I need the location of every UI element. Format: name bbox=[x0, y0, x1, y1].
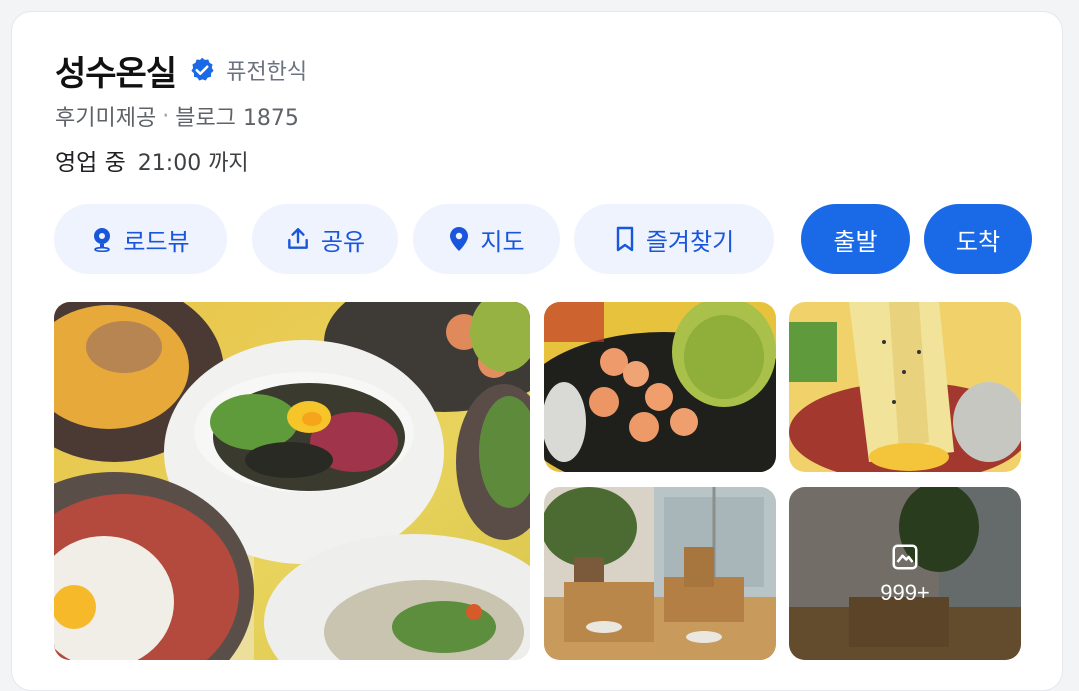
share-label: 공유 bbox=[320, 227, 366, 256]
share-icon bbox=[288, 228, 308, 249]
place-name[interactable]: 성수온실 bbox=[55, 46, 177, 95]
photo-main[interactable] bbox=[54, 302, 530, 660]
place-category: 퓨전한식 bbox=[226, 60, 308, 85]
blog-label: 블로그 bbox=[175, 106, 236, 131]
closing-time: 21:00 까지 bbox=[137, 151, 249, 176]
roadview-button[interactable]: 로드뷰 bbox=[54, 204, 227, 274]
open-status: 영업 중 bbox=[55, 150, 126, 176]
arrive-button[interactable]: 도착 bbox=[924, 204, 1032, 274]
favorite-label: 즐겨찾기 bbox=[645, 227, 735, 256]
photo-interior[interactable] bbox=[544, 487, 776, 660]
business-hours[interactable]: 영업 중 21:00 까지 bbox=[55, 143, 249, 177]
review-meta: 후기미제공 · 블로그 1875 bbox=[55, 100, 299, 132]
arrive-label: 도착 bbox=[955, 227, 1001, 256]
more-photos-count: 999+ bbox=[880, 579, 930, 605]
verified-badge-icon bbox=[188, 56, 216, 84]
title-row: 성수온실 퓨전한식 bbox=[55, 50, 308, 94]
map-button[interactable]: 지도 bbox=[413, 204, 560, 274]
photo-more-tile[interactable]: 999+ bbox=[789, 487, 1021, 660]
photo-steak-cheese[interactable] bbox=[789, 302, 1021, 472]
map-label: 지도 bbox=[480, 227, 525, 256]
reviews-label: 후기미제공 bbox=[55, 106, 157, 131]
depart-label: 출발 bbox=[833, 227, 878, 256]
place-card: 성수온실 퓨전한식 후기미제공 · 블로그 1875 영업 중 21:00 까지 bbox=[11, 11, 1063, 691]
blog-count: 1875 bbox=[242, 106, 299, 131]
depart-button[interactable]: 출발 bbox=[801, 204, 910, 274]
blog-reviews-link[interactable]: 블로그 1875 bbox=[175, 100, 299, 132]
bookmark-icon bbox=[616, 226, 634, 252]
separator-dot: · bbox=[162, 103, 170, 129]
roadview-label: 로드뷰 bbox=[123, 227, 190, 256]
photo-shrimp[interactable] bbox=[544, 302, 776, 472]
map-pin-icon bbox=[450, 227, 469, 251]
roadview-pin-icon bbox=[94, 228, 111, 252]
more-photos-overlay: 999+ bbox=[789, 487, 1021, 660]
gallery-icon bbox=[892, 544, 918, 569]
favorite-button[interactable]: 즐겨찾기 bbox=[574, 204, 774, 274]
share-button[interactable]: 공유 bbox=[252, 204, 398, 274]
